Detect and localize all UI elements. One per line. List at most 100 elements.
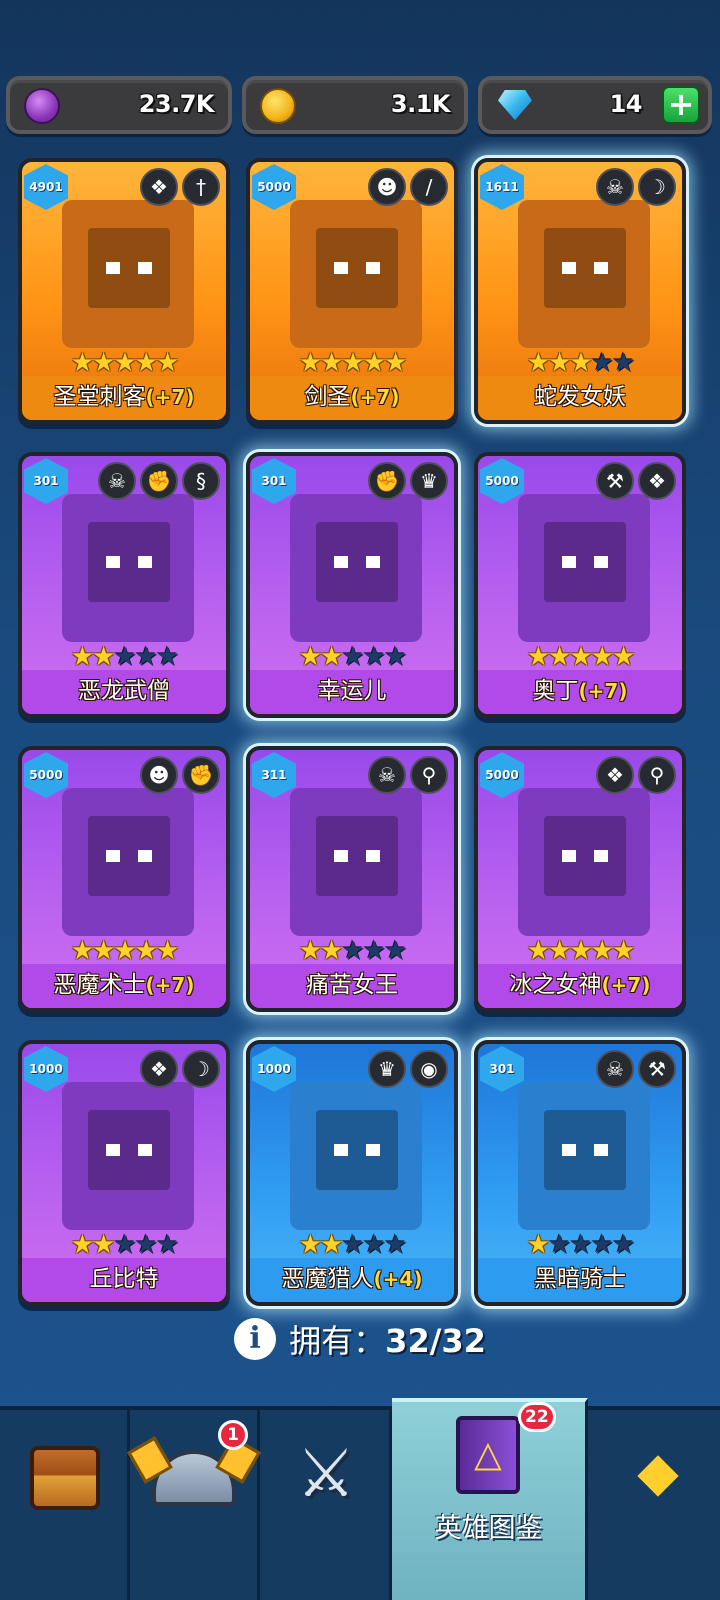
staff-icon: ⚲	[638, 756, 676, 794]
star-empty-icon: ★	[155, 1230, 179, 1260]
sword-icon: /	[410, 168, 448, 206]
hero-name: 圣堂刺客	[53, 384, 146, 410]
star-empty-icon: ★	[362, 936, 386, 966]
hero-star-rating: ★★★★★	[22, 644, 226, 670]
star-empty-icon: ★	[383, 936, 407, 966]
hero-card[interactable]: 1611 ☠ ☽ ★★★★★ 蛇发女妖	[474, 158, 686, 424]
hero-name: 恶魔猎人	[281, 1266, 374, 1292]
star-filled-icon: ★	[320, 348, 343, 378]
hero-bonus: (+7)	[145, 973, 195, 997]
hero-name: 蛇发女妖	[534, 384, 626, 410]
hero-name-bar: 黑暗骑士	[478, 1258, 682, 1302]
hero-card[interactable]: 5000 ☻ / ★★★★★ 剑圣(+7)	[246, 158, 458, 424]
hero-star-rating: ★★★★★	[478, 644, 682, 670]
star-filled-icon: ★	[298, 642, 322, 672]
owned-label: 拥有：	[289, 1322, 386, 1360]
hero-card[interactable]: 5000 ⚒ ❖ ★★★★★ 奥丁(+7)	[474, 452, 686, 718]
gold-coin-counter[interactable]: 3.1K	[242, 76, 468, 134]
skull-mask-icon: ☻	[140, 756, 178, 794]
gold-coin-icon	[260, 88, 296, 124]
nav-items[interactable]: ◆	[588, 1410, 720, 1600]
gold-coin-value: 3.1K	[390, 90, 451, 118]
hero-level-badge: 4901	[24, 164, 68, 210]
hero-star-rating: ★★★★★	[22, 938, 226, 964]
hero-class-badges: ☠ ⚒	[596, 1050, 676, 1088]
star-filled-icon: ★	[569, 936, 592, 966]
hero-class-badges: ☻ ✊	[140, 756, 220, 794]
star-empty-icon: ★	[341, 1230, 364, 1260]
star-empty-icon: ★	[611, 1230, 635, 1260]
star-empty-icon: ★	[590, 1230, 614, 1260]
nav-codex-label: 英雄图鉴	[434, 1513, 543, 1544]
nav-battle[interactable]: ⚔	[260, 1410, 392, 1600]
hero-name-bar: 恶魔术士(+7)	[22, 964, 226, 1008]
buy-gems-button[interactable]: +	[662, 86, 700, 124]
hero-card[interactable]: 1000 ♛ ◉ ★★★★★ 恶魔猎人(+4)	[246, 1040, 458, 1306]
star-filled-icon: ★	[70, 642, 94, 672]
hero-bonus: (+7)	[145, 385, 195, 409]
hero-bonus: (+7)	[350, 385, 400, 409]
nav-codex[interactable]: △ 22 英雄图鉴	[392, 1398, 588, 1600]
hero-star-rating: ★★★★★	[250, 1232, 454, 1258]
hero-card[interactable]: 301 ☠ ✊ § ★★★★★ 恶龙武僧	[18, 452, 230, 718]
hero-portrait	[290, 1082, 422, 1230]
hero-class-badges: ☠ ⚲	[368, 756, 448, 794]
fist-icon: ✊	[140, 462, 178, 500]
hero-class-badges: ❖ †	[140, 168, 220, 206]
star-filled-icon: ★	[526, 1230, 550, 1260]
hero-class-badges: ☻ /	[368, 168, 448, 206]
hero-name: 恶魔术士	[53, 972, 146, 998]
hero-portrait	[518, 788, 650, 936]
hero-bonus: (+7)	[578, 679, 628, 703]
hero-card[interactable]: 301 ☠ ⚒ ★★★★★ 黑暗骑士	[474, 1040, 686, 1306]
demon-skull-icon: ☠	[368, 756, 406, 794]
star-empty-icon: ★	[383, 1230, 407, 1260]
hero-card[interactable]: 301 ✊ ♛ ★★★★★ 幸运儿	[246, 452, 458, 718]
bow-icon: ☽	[638, 168, 676, 206]
wing-emblem-icon: ❖	[140, 1050, 178, 1088]
hero-name-bar: 剑圣(+7)	[250, 376, 454, 420]
hero-name-bar: 恶魔猎人(+4)	[250, 1258, 454, 1302]
purple-coin-counter[interactable]: 23.7K	[6, 76, 232, 134]
hero-level-badge: 5000	[480, 458, 524, 504]
hero-name-bar: 痛苦女王	[250, 964, 454, 1008]
star-filled-icon: ★	[70, 936, 94, 966]
hero-portrait	[518, 1082, 650, 1230]
hero-name: 丘比特	[89, 1266, 159, 1292]
hero-level-badge: 5000	[480, 752, 524, 798]
gem-counter[interactable]: 14 +	[478, 76, 712, 134]
dragon-icon: §	[182, 462, 220, 500]
star-empty-icon: ★	[590, 348, 614, 378]
nav-chest[interactable]	[0, 1410, 130, 1600]
elf-icon: ♛	[368, 1050, 406, 1088]
hero-class-badges: ✊ ♛	[368, 462, 448, 500]
hero-class-badges: ♛ ◉	[368, 1050, 448, 1088]
info-icon[interactable]: i	[234, 1318, 277, 1360]
treasure-chest-icon	[30, 1446, 100, 1510]
hero-bonus: (+7)	[601, 973, 651, 997]
star-empty-icon: ★	[113, 1230, 136, 1260]
hero-level-badge: 5000	[24, 752, 68, 798]
purple-coin-value: 23.7K	[138, 90, 215, 118]
purple-coin-icon	[24, 88, 60, 124]
hero-card[interactable]: 1000 ❖ ☽ ★★★★★ 丘比特	[18, 1040, 230, 1306]
star-filled-icon: ★	[113, 936, 136, 966]
nav-heroes[interactable]: 1	[130, 1410, 260, 1600]
hero-card[interactable]: 5000 ❖ ⚲ ★★★★★ 冰之女神(+7)	[474, 746, 686, 1012]
hero-card[interactable]: 5000 ☻ ✊ ★★★★★ 恶魔术士(+7)	[18, 746, 230, 1012]
star-filled-icon: ★	[155, 936, 179, 966]
hero-star-rating: ★★★★★	[250, 350, 454, 376]
demon-skull-icon: ☠	[98, 462, 136, 500]
hero-class-badges: ⚒ ❖	[596, 462, 676, 500]
star-empty-icon: ★	[134, 1230, 158, 1260]
hero-card[interactable]: 4901 ❖ † ★★★★★ 圣堂刺客(+7)	[18, 158, 230, 424]
star-empty-icon: ★	[611, 348, 635, 378]
hero-star-rating: ★★★★★	[22, 350, 226, 376]
hero-portrait	[62, 494, 194, 642]
star-filled-icon: ★	[611, 642, 635, 672]
star-filled-icon: ★	[298, 1230, 322, 1260]
gem-icon	[498, 90, 532, 120]
star-filled-icon: ★	[70, 1230, 94, 1260]
hero-portrait	[62, 788, 194, 936]
hero-card[interactable]: 311 ☠ ⚲ ★★★★★ 痛苦女王	[246, 746, 458, 1012]
